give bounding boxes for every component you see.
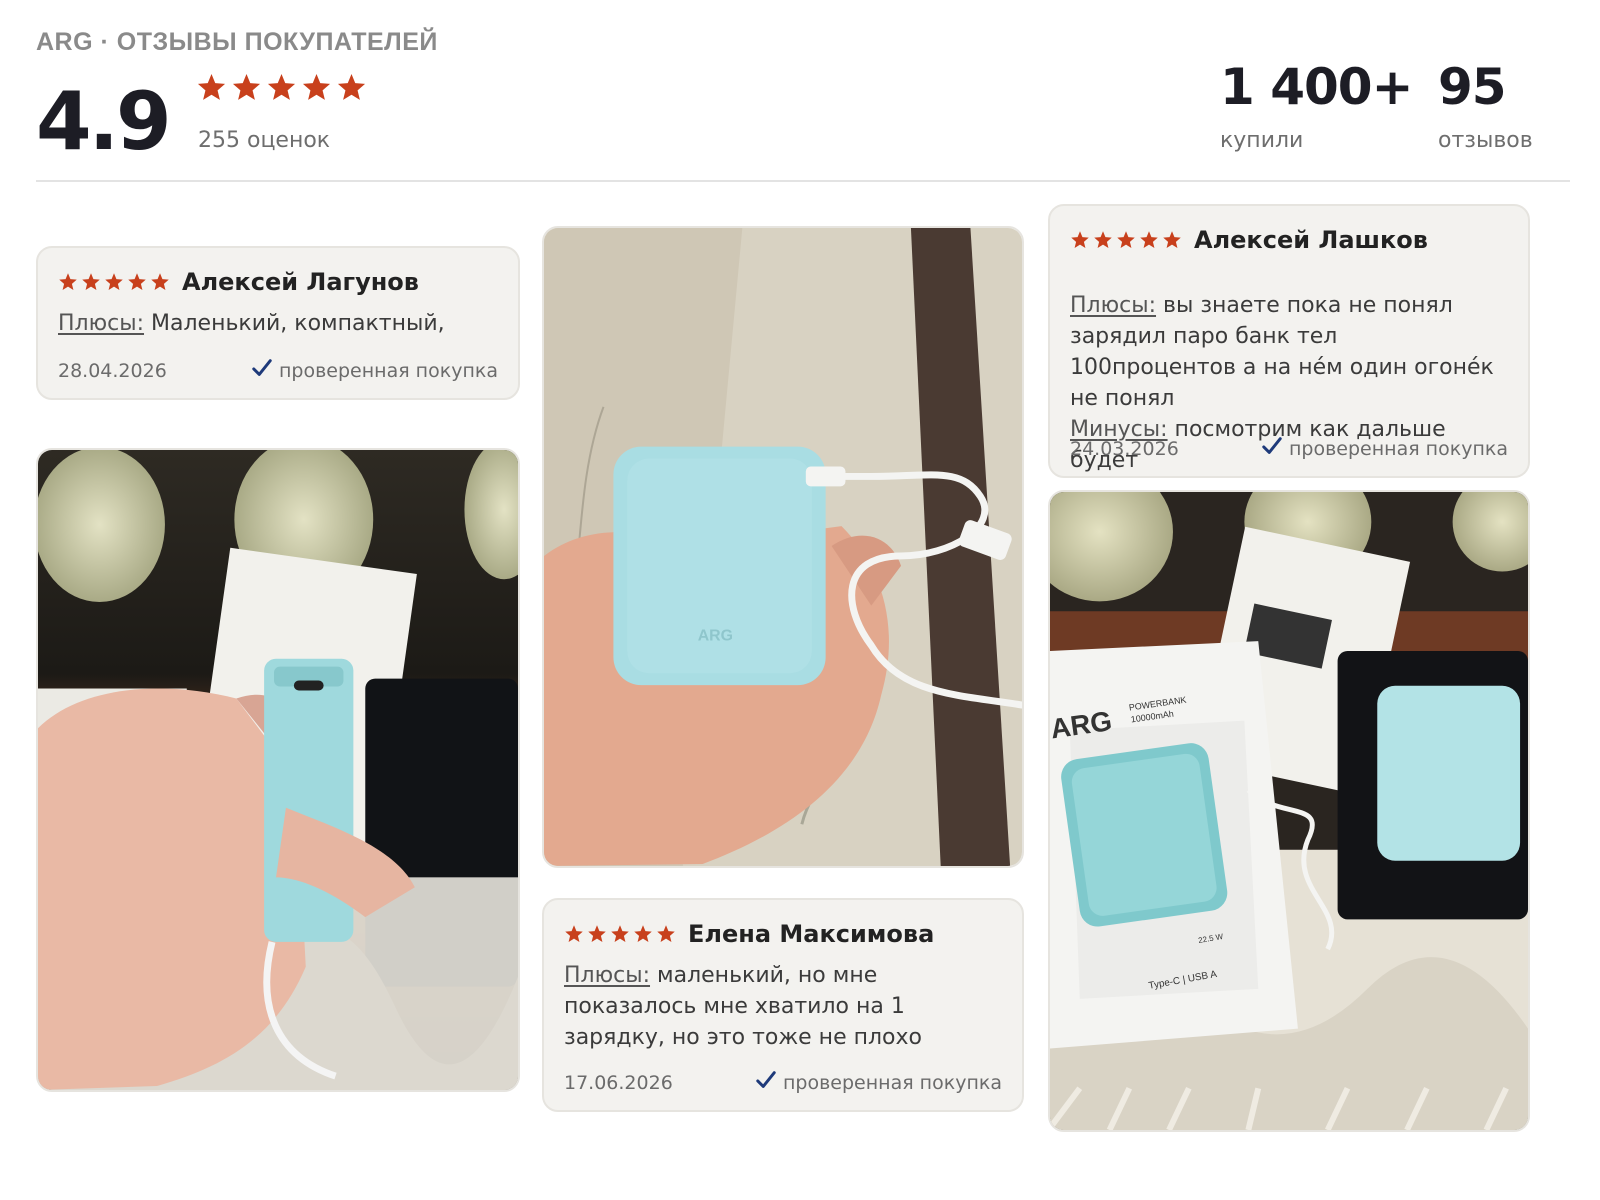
verified-label: проверенная покупка [1288,437,1508,460]
review-photo[interactable]: ARG POWERBANK 10000mAh Type-C | USB A 22… [1048,490,1530,1132]
review-stars [58,272,170,292]
review-card[interactable]: Алексей Лагунов Плюсы: Маленький, компак… [36,246,520,400]
powerbank-box-photo: ARG POWERBANK 10000mAh Type-C | USB A 22… [1050,492,1528,1130]
star-icon [1094,231,1112,248]
star-icon [128,273,146,290]
powerbank-side-photo [38,450,518,1090]
divider [36,180,1570,182]
star-icon [105,273,123,290]
star-icon [611,925,629,942]
review-text: Плюсы: маленький, но мне показалось мне … [564,960,1002,1053]
star-icon [1117,231,1135,248]
reviews-stat[interactable]: 95 отзывов [1438,62,1533,153]
verified-label: проверенная покупка [278,359,498,382]
reviews-label: отзывов [1438,128,1533,153]
review-photo[interactable]: ARG [542,226,1024,868]
review-photo[interactable] [36,448,520,1092]
pros-label: Плюсы: [1070,293,1157,318]
verified-badge: проверенная покупка [251,357,498,384]
pros-label: Плюсы: [564,963,651,988]
review-stars [564,924,676,944]
star-icon [588,925,606,942]
bought-value: 1 400+ [1220,58,1413,116]
reviews-value: 95 [1438,58,1507,116]
review-text: Плюсы: Маленький, компактный, [58,308,498,339]
verified-badge: проверенная покупка [1261,435,1508,462]
star-icon [657,925,675,942]
rating-stars [196,72,367,103]
star-icon [302,73,331,100]
check-icon [1261,435,1283,462]
review-card[interactable]: Алексей Лашков Плюсы: вы знаете пока не … [1048,204,1530,478]
verified-label: проверенная покупка [782,1071,1002,1094]
svg-text:ARG: ARG [698,627,733,644]
bought-stat: 1 400+ купили [1220,58,1413,153]
star-icon [151,273,169,290]
star-icon [634,925,652,942]
review-card[interactable]: Елена Максимова Плюсы: маленький, но мне… [542,898,1024,1112]
review-author: Алексей Лагунов [182,268,419,296]
review-date: 17.06.2026 [564,1071,673,1094]
review-date: 24.03.2026 [1070,437,1179,460]
section-title: ARG · ОТЗЫВЫ ПОКУПАТЕЛЕЙ [36,28,438,56]
rating-summary: ARG · ОТЗЫВЫ ПОКУПАТЕЛЕЙ 4.9 255 оценок … [36,24,1570,184]
review-date: 28.04.2026 [58,359,167,382]
rating-count: 255 оценок [198,128,331,153]
star-icon [1163,231,1181,248]
verified-badge: проверенная покупка [755,1069,1002,1096]
bought-label: купили [1220,128,1304,153]
review-stars [1070,230,1182,250]
star-icon [1071,231,1089,248]
review-author: Алексей Лашков [1194,226,1428,254]
star-icon [1140,231,1158,248]
star-icon [337,73,366,100]
star-icon [82,273,100,290]
check-icon [755,1069,777,1096]
average-rating: 4.9 [36,75,172,168]
star-icon [565,925,583,942]
review-author: Елена Максимова [688,920,935,948]
powerbank-hand-photo: ARG [544,228,1022,866]
star-icon [59,273,77,290]
pros-text: Маленький, компактный, [144,311,445,336]
star-icon [232,73,261,100]
pros-label: Плюсы: [58,311,145,336]
star-icon [267,73,296,100]
star-icon [197,73,226,100]
check-icon [251,357,273,384]
